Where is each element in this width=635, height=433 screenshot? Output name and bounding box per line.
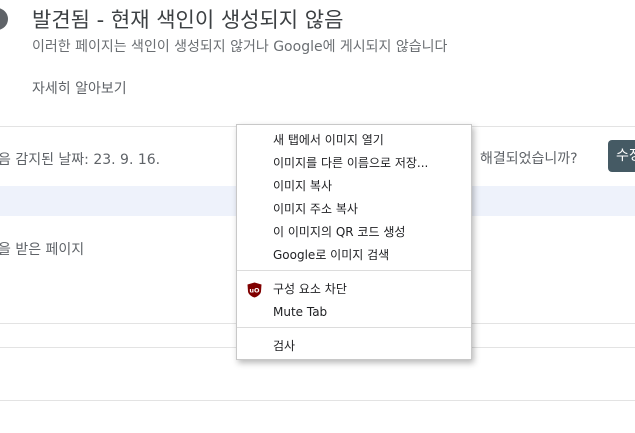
ublock-origin-icon: uO	[247, 282, 262, 298]
page-title: 발견됨 - 현재 색인이 생성되지 않음	[32, 8, 344, 32]
resolved-question: 해결되었습니까?	[480, 151, 578, 167]
menu-item-mute-tab[interactable]: Mute Tab	[237, 301, 471, 324]
menu-item-save-image-as[interactable]: 이미지를 다른 이름으로 저장...	[237, 152, 471, 175]
menu-item-open-image-new-tab[interactable]: 새 탭에서 이미지 열기	[237, 129, 471, 152]
context-menu: 새 탭에서 이미지 열기 이미지를 다른 이름으로 저장... 이미지 복사 이…	[236, 124, 472, 360]
menu-separator	[237, 327, 471, 328]
affected-pages-label: 을 받은 페이지	[0, 242, 85, 258]
learn-more-link[interactable]: 자세히 알아보기	[32, 78, 127, 98]
menu-item-create-qr-code[interactable]: 이 이미지의 QR 코드 생성	[237, 221, 471, 244]
ublock-icon-text: uO	[249, 287, 260, 295]
menu-separator	[237, 270, 471, 271]
fix-button[interactable]: 수정	[608, 140, 635, 172]
page-subtitle: 이러한 페이지는 색인이 생성되지 않거나 Google에 게시되지 않습니다	[32, 39, 448, 55]
menu-item-search-image-google[interactable]: Google로 이미지 검색	[237, 244, 471, 267]
menu-item-inspect[interactable]: 검사	[237, 335, 471, 358]
table-row-divider	[0, 400, 635, 401]
status-icon	[0, 8, 8, 30]
menu-item-block-element[interactable]: uO 구성 요소 차단	[237, 278, 471, 301]
detected-date: 음 감지된 날짜: 23. 9. 16.	[0, 152, 161, 168]
menu-item-copy-image[interactable]: 이미지 복사	[237, 175, 471, 198]
menu-item-label: 구성 요소 차단	[273, 282, 347, 296]
menu-item-copy-image-address[interactable]: 이미지 주소 복사	[237, 198, 471, 221]
